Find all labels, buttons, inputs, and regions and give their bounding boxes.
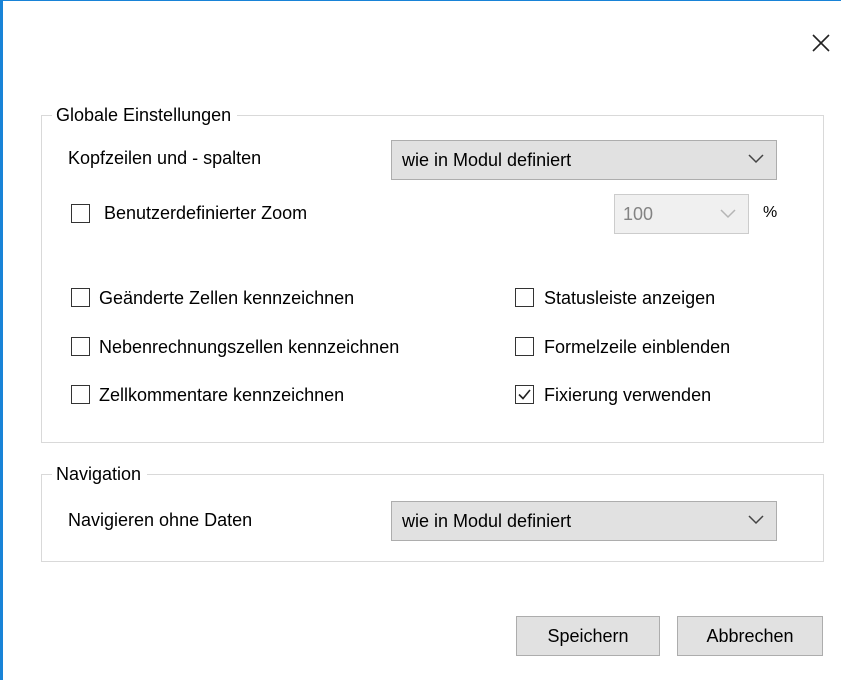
formula-bar-checkbox[interactable] [515,337,534,356]
freeze-panes-label: Fixierung verwenden [544,385,712,405]
zoom-unit-label: % [763,204,778,221]
status-bar-checkbox[interactable] [515,288,534,307]
chevron-down-icon [748,515,764,525]
checkmark-icon [518,389,531,400]
header-columns-select-value: wie in Modul definiert [402,150,572,170]
header-columns-select[interactable]: wie in Modul definiert [391,140,777,180]
custom-zoom-label: Benutzerdefinierter Zoom [104,203,308,223]
global-settings-legend: Globale Einstellungen [52,104,238,126]
cell-comments-label: Zellkommentare kennzeichnen [99,385,345,405]
changed-cells-checkbox[interactable] [71,288,90,307]
cell-comments-checkbox[interactable] [71,385,90,404]
formula-bar-label: Formelzeile einblenden [544,337,731,357]
navigate-without-data-value: wie in Modul definiert [402,511,572,531]
header-columns-label: Kopfzeilen und - spalten [68,148,262,168]
freeze-panes-checkbox[interactable] [515,385,534,404]
window-border-left [0,0,3,680]
navigation-legend: Navigation [52,463,148,485]
navigate-without-data-label: Navigieren ohne Daten [68,510,253,530]
window-border-top [0,0,841,1]
side-calc-cells-checkbox[interactable] [71,337,90,356]
changed-cells-label: Geänderte Zellen kennzeichnen [99,288,355,308]
save-button[interactable]: Speichern [516,616,660,656]
zoom-select: 100 [614,194,749,234]
navigate-without-data-select[interactable]: wie in Modul definiert [391,501,777,541]
chevron-down-icon [720,209,736,219]
zoom-select-value: 100 [623,204,654,224]
custom-zoom-checkbox[interactable] [71,204,90,223]
close-icon [812,34,830,52]
side-calc-cells-label: Nebenrechnungszellen kennzeichnen [99,337,400,357]
cancel-button[interactable]: Abbrechen [677,616,823,656]
status-bar-label: Statusleiste anzeigen [544,288,716,308]
close-button[interactable] [804,26,838,60]
chevron-down-icon [748,154,764,164]
